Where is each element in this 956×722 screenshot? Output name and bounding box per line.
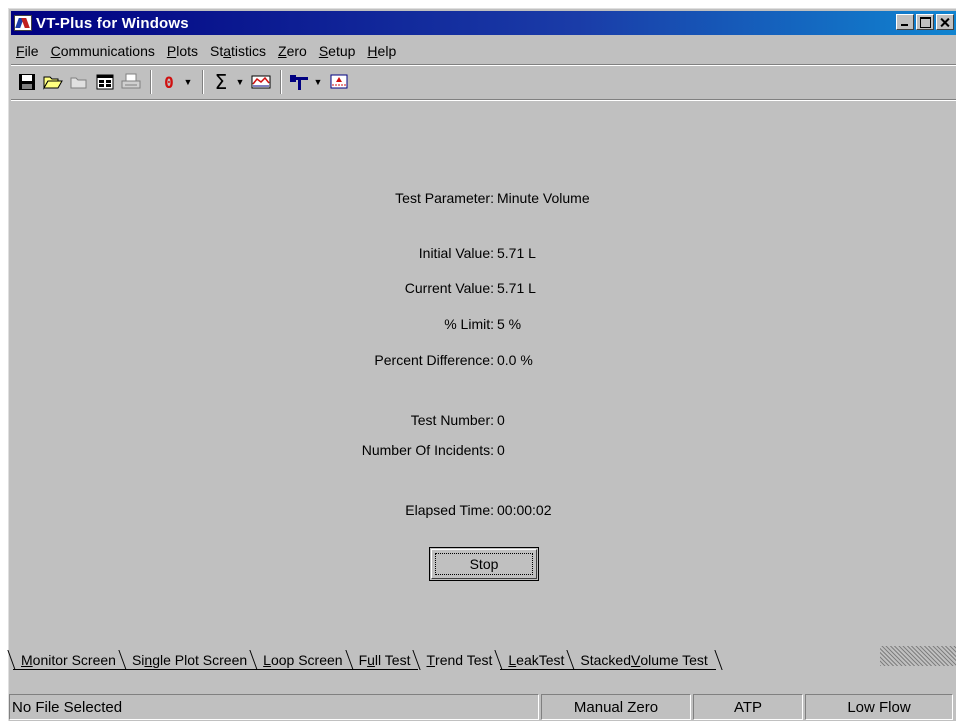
valve-button[interactable] <box>287 70 311 94</box>
form-view-icon <box>96 74 114 90</box>
close-button[interactable] <box>936 14 954 30</box>
incidents-row: Number Of Incidents: 0 <box>11 442 956 462</box>
percent-difference-value: 0.0 % <box>497 352 533 368</box>
status-mode: ATP <box>693 694 803 720</box>
zero-icon: 0 <box>164 72 174 92</box>
tab-leak-test[interactable]: LeakTest <box>500 650 573 670</box>
initial-value-row: Initial Value: 5.71 L <box>11 245 956 265</box>
trend-chart-icon <box>330 74 348 89</box>
tab-single-plot-screen[interactable]: Si n gle Plot Screen <box>123 650 256 670</box>
test-number-row: Test Number: 0 <box>11 412 956 432</box>
menu-setup[interactable]: Setup <box>314 43 361 59</box>
status-flow-text: Low Flow <box>847 698 911 716</box>
menu-statistics[interactable]: Statistics <box>205 43 271 59</box>
trend-chart-button[interactable] <box>327 70 351 94</box>
status-file-text: No File Selected <box>12 698 123 716</box>
window-title: VT-Plus for Windows <box>36 14 189 32</box>
toolbar-separator <box>150 70 152 94</box>
tab-trend-test[interactable]: Trend Test <box>418 650 501 670</box>
menu-file[interactable]: File <box>11 43 44 59</box>
incidents-label: Number Of Incidents: <box>361 442 494 458</box>
open-button[interactable] <box>41 70 65 94</box>
zero-dropdown-arrow[interactable]: ▼ <box>183 70 193 94</box>
toolbar-separator <box>202 70 204 94</box>
initial-value-value: 5.71 L <box>497 245 536 261</box>
current-value-row: Current Value: 5.71 L <box>11 280 956 300</box>
zero-button[interactable]: 0 <box>157 70 181 94</box>
percent-difference-label: Percent Difference: <box>374 352 494 368</box>
maximize-button[interactable] <box>916 14 934 30</box>
status-mode-text: ATP <box>733 698 763 716</box>
test-number-label: Test Number: <box>410 412 494 428</box>
test-parameter-label: Test Parameter: <box>395 190 494 206</box>
tab-full-test[interactable]: Fu ll Test <box>350 650 419 670</box>
menu-plots[interactable]: Plots <box>162 43 203 59</box>
folder-icon <box>70 77 87 89</box>
stop-button-label: Stop <box>469 556 499 572</box>
elapsed-time-row: Elapsed Time: 00:00:02 <box>11 502 956 522</box>
status-flow: Low Flow <box>805 694 953 720</box>
toolbar: 0 ▼ Σ ▼ ▼ <box>11 67 956 97</box>
tab-stacked-volume-test[interactable]: Stacked Volume Test <box>572 650 716 670</box>
valve-icon <box>290 75 308 90</box>
menu-bar: File Communications Plots Statistics Zer… <box>11 39 956 63</box>
form-view-button[interactable] <box>93 70 117 94</box>
stop-button[interactable]: Stop <box>429 547 539 581</box>
percent-limit-label: % Limit: <box>444 316 494 332</box>
tab-loop-screen[interactable]: Loop Screen <box>255 650 351 670</box>
sum-icon: Σ <box>214 70 228 94</box>
initial-value-label: Initial Value: <box>418 245 494 261</box>
title-bar[interactable]: VT-Plus for Windows <box>11 11 956 35</box>
save-button[interactable] <box>15 70 39 94</box>
menu-zero[interactable]: Zero <box>273 43 312 59</box>
chart-icon <box>251 75 271 89</box>
status-zero-text: Manual Zero <box>573 698 659 716</box>
trend-test-panel: Test Parameter: Minute Volume Initial Va… <box>11 101 956 645</box>
folder-button[interactable] <box>67 70 91 94</box>
status-file: No File Selected <box>9 694 539 720</box>
toolbar-separator <box>280 70 282 94</box>
elapsed-time-value: 00:00:02 <box>497 502 552 518</box>
current-value-value: 5.71 L <box>497 280 536 296</box>
menu-communications[interactable]: Communications <box>46 43 160 59</box>
save-icon <box>19 74 35 90</box>
test-number-value: 0 <box>497 412 505 428</box>
tab-end <box>716 650 724 670</box>
percent-difference-row: Percent Difference: 0.0 % <box>11 352 956 372</box>
window-controls <box>896 14 954 30</box>
app-window: VT-Plus for Windows File Communications … <box>8 8 956 721</box>
statistics-button[interactable]: Σ <box>209 70 233 94</box>
elapsed-time-label: Elapsed Time: <box>405 502 494 518</box>
valve-dropdown-arrow[interactable]: ▼ <box>313 70 323 94</box>
print-button[interactable] <box>119 70 143 94</box>
percent-limit-row: % Limit: 5 % <box>11 316 956 336</box>
print-icon <box>121 73 141 89</box>
test-parameter-value: Minute Volume <box>497 190 590 206</box>
chart-button[interactable] <box>249 70 273 94</box>
menu-separator <box>11 64 956 66</box>
tab-monitor-screen[interactable]: Monitor Screen <box>13 650 124 670</box>
status-zero: Manual Zero <box>541 694 691 720</box>
test-parameter-row: Test Parameter: Minute Volume <box>11 190 956 210</box>
current-value-label: Current Value: <box>404 280 494 296</box>
statistics-dropdown-arrow[interactable]: ▼ <box>235 70 245 94</box>
open-folder-icon <box>43 76 63 90</box>
screen-tabs: Monitor Screen Si n gle Plot Screen Loop S… <box>13 646 956 670</box>
status-bar: No File Selected Manual Zero ATP Low Flo… <box>9 692 956 722</box>
app-icon[interactable] <box>14 15 32 31</box>
incidents-value: 0 <box>497 442 505 458</box>
minimize-button[interactable] <box>896 14 914 30</box>
percent-limit-value: 5 % <box>497 316 522 332</box>
menu-help[interactable]: Help <box>362 43 401 59</box>
tab-strip-fill <box>880 646 956 666</box>
